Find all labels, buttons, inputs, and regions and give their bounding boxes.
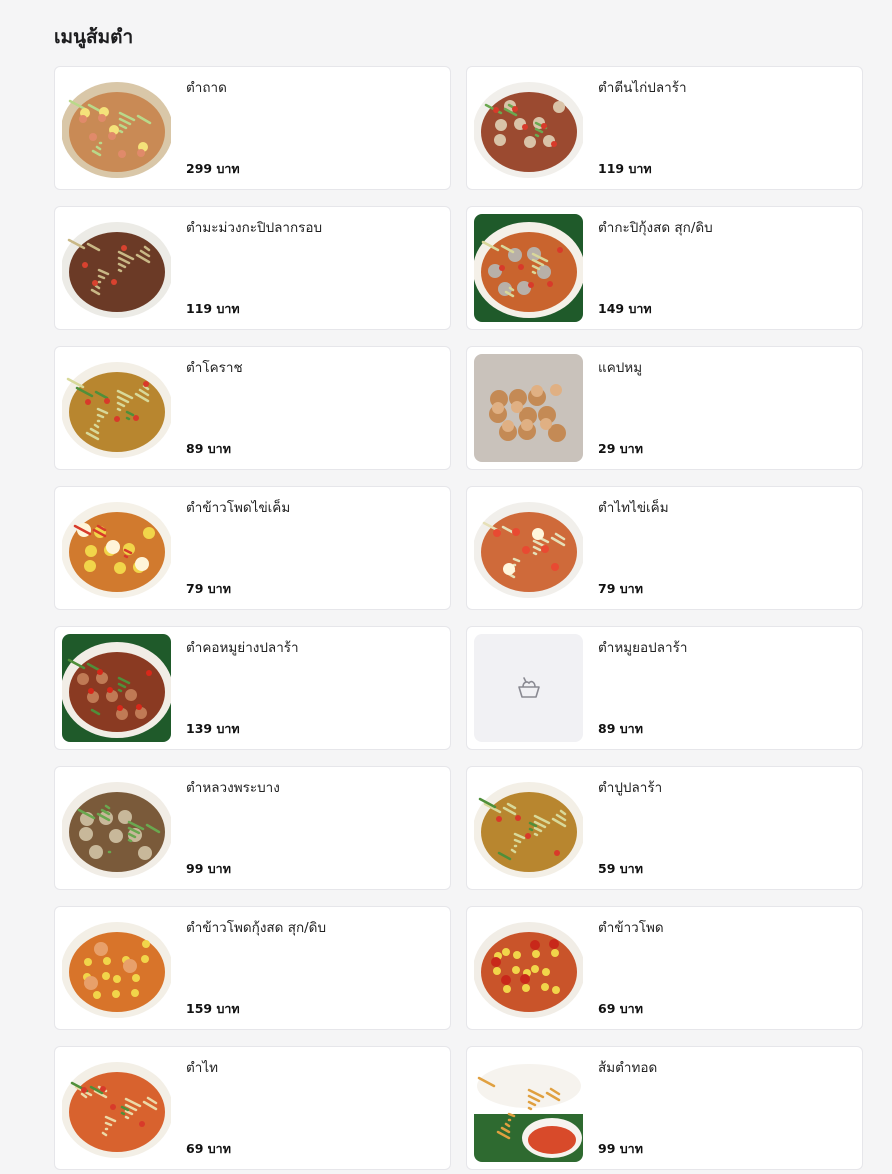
section-title: เมนูส้มตำ bbox=[54, 26, 134, 48]
menu-item-name: ตำหมูยอปลาร้า bbox=[598, 640, 688, 656]
menu-grid: ตำถาด 299 บาท ตำตีนไก่ปลาร้า 119 บาท ตำมะม่ว… bbox=[54, 66, 863, 1170]
menu-item-card[interactable]: ตำไทไข่เค็ม 79 บาท bbox=[466, 486, 863, 610]
menu-item-name: ตำมะม่วงกะปิปลากรอบ bbox=[186, 220, 323, 236]
menu-item-price: 69 บาท bbox=[186, 1141, 231, 1156]
menu-item-name: ตำไทไข่เค็ม bbox=[598, 500, 669, 516]
menu-item-name: ตำปูปลาร้า bbox=[598, 780, 663, 796]
menu-item-image bbox=[62, 214, 171, 322]
menu-item-name: ส้มตำทอด bbox=[598, 1060, 658, 1076]
menu-item-image bbox=[62, 774, 171, 882]
menu-page: เมนูส้มตำ ตำถาด 299 บาท ตำตีนไก่ปลาร้า 119 … bbox=[0, 0, 892, 1174]
menu-item-card[interactable]: ตำไท 69 บาท bbox=[54, 1046, 451, 1170]
menu-item-price: 99 บาท bbox=[598, 1141, 643, 1156]
menu-item-name: ตำถาด bbox=[186, 80, 227, 96]
menu-item-image bbox=[62, 1054, 171, 1162]
menu-item-name: ตำข้าวโพด bbox=[598, 920, 664, 936]
menu-item-image bbox=[474, 494, 583, 602]
menu-item-name: ตำไท bbox=[186, 1060, 219, 1076]
menu-item-price: 59 บาท bbox=[598, 861, 643, 876]
menu-item-card[interactable]: ตำข้าวโพด 69 บาท bbox=[466, 906, 863, 1030]
menu-item-image bbox=[62, 914, 171, 1022]
menu-item-card[interactable]: ตำโคราช 89 บาท bbox=[54, 346, 451, 470]
menu-item-price: 89 บาท bbox=[598, 721, 643, 736]
menu-item-price: 119 บาท bbox=[186, 301, 240, 316]
menu-item-price: 89 บาท bbox=[186, 441, 231, 456]
menu-item-image bbox=[474, 74, 583, 182]
menu-item-price: 149 บาท bbox=[598, 301, 652, 316]
menu-item-price: 119 บาท bbox=[598, 161, 652, 176]
salad-bowl-icon bbox=[517, 677, 540, 698]
menu-item-price: 29 บาท bbox=[598, 441, 643, 456]
menu-item-image bbox=[474, 214, 583, 322]
menu-item-price: 79 บาท bbox=[598, 581, 643, 596]
menu-item-image bbox=[474, 354, 583, 462]
menu-item-card[interactable]: ตำข้าวโพดกุ้งสด สุก/ดิบ 159 บาท bbox=[54, 906, 451, 1030]
menu-item-card[interactable]: ตำข้าวโพดไข่เค็ม 79 บาท bbox=[54, 486, 451, 610]
menu-item-card[interactable]: ส้มตำทอด 99 บาท bbox=[466, 1046, 863, 1170]
menu-item-name: ตำข้าวโพดไข่เค็ม bbox=[186, 500, 291, 516]
menu-item-price: 139 บาท bbox=[186, 721, 240, 736]
menu-item-image bbox=[62, 74, 171, 182]
menu-item-price: 159 บาท bbox=[186, 1001, 240, 1016]
menu-item-card[interactable]: ตำหลวงพระบาง 99 บาท bbox=[54, 766, 451, 890]
menu-item-card[interactable]: ตำหมูยอปลาร้า 89 บาท bbox=[466, 626, 863, 750]
menu-item-card[interactable]: ตำปูปลาร้า 59 บาท bbox=[466, 766, 863, 890]
menu-item-card[interactable]: แคปหมู 29 บาท bbox=[466, 346, 863, 470]
menu-item-price: 69 บาท bbox=[598, 1001, 643, 1016]
menu-item-name: ตำคอหมูย่างปลาร้า bbox=[186, 640, 299, 656]
menu-item-name: ตำข้าวโพดกุ้งสด สุก/ดิบ bbox=[186, 920, 327, 936]
menu-item-name: ตำกะปิกุ้งสด สุก/ดิบ bbox=[598, 220, 713, 236]
menu-item-card[interactable]: ตำตีนไก่ปลาร้า 119 บาท bbox=[466, 66, 863, 190]
menu-item-card[interactable]: ตำคอหมูย่างปลาร้า 139 บาท bbox=[54, 626, 451, 750]
menu-item-name: ตำหลวงพระบาง bbox=[186, 780, 280, 796]
menu-item-card[interactable]: ตำถาด 299 บาท bbox=[54, 66, 451, 190]
menu-item-name: ตำตีนไก่ปลาร้า bbox=[598, 80, 687, 96]
menu-item-name: แคปหมู bbox=[598, 360, 643, 376]
image-placeholder bbox=[474, 634, 583, 742]
menu-item-price: 79 บาท bbox=[186, 581, 231, 596]
menu-item-price: 299 บาท bbox=[186, 161, 240, 176]
menu-item-image bbox=[474, 774, 583, 882]
menu-item-image bbox=[62, 634, 171, 742]
menu-item-price: 99 บาท bbox=[186, 861, 231, 876]
menu-item-card[interactable]: ตำกะปิกุ้งสด สุก/ดิบ 149 บาท bbox=[466, 206, 863, 330]
menu-item-image bbox=[474, 1054, 583, 1162]
menu-item-card[interactable]: ตำมะม่วงกะปิปลากรอบ 119 บาท bbox=[54, 206, 451, 330]
menu-item-image bbox=[474, 914, 583, 1022]
menu-item-image bbox=[62, 494, 171, 602]
menu-item-image bbox=[62, 354, 171, 462]
menu-item-name: ตำโคราช bbox=[186, 360, 243, 376]
